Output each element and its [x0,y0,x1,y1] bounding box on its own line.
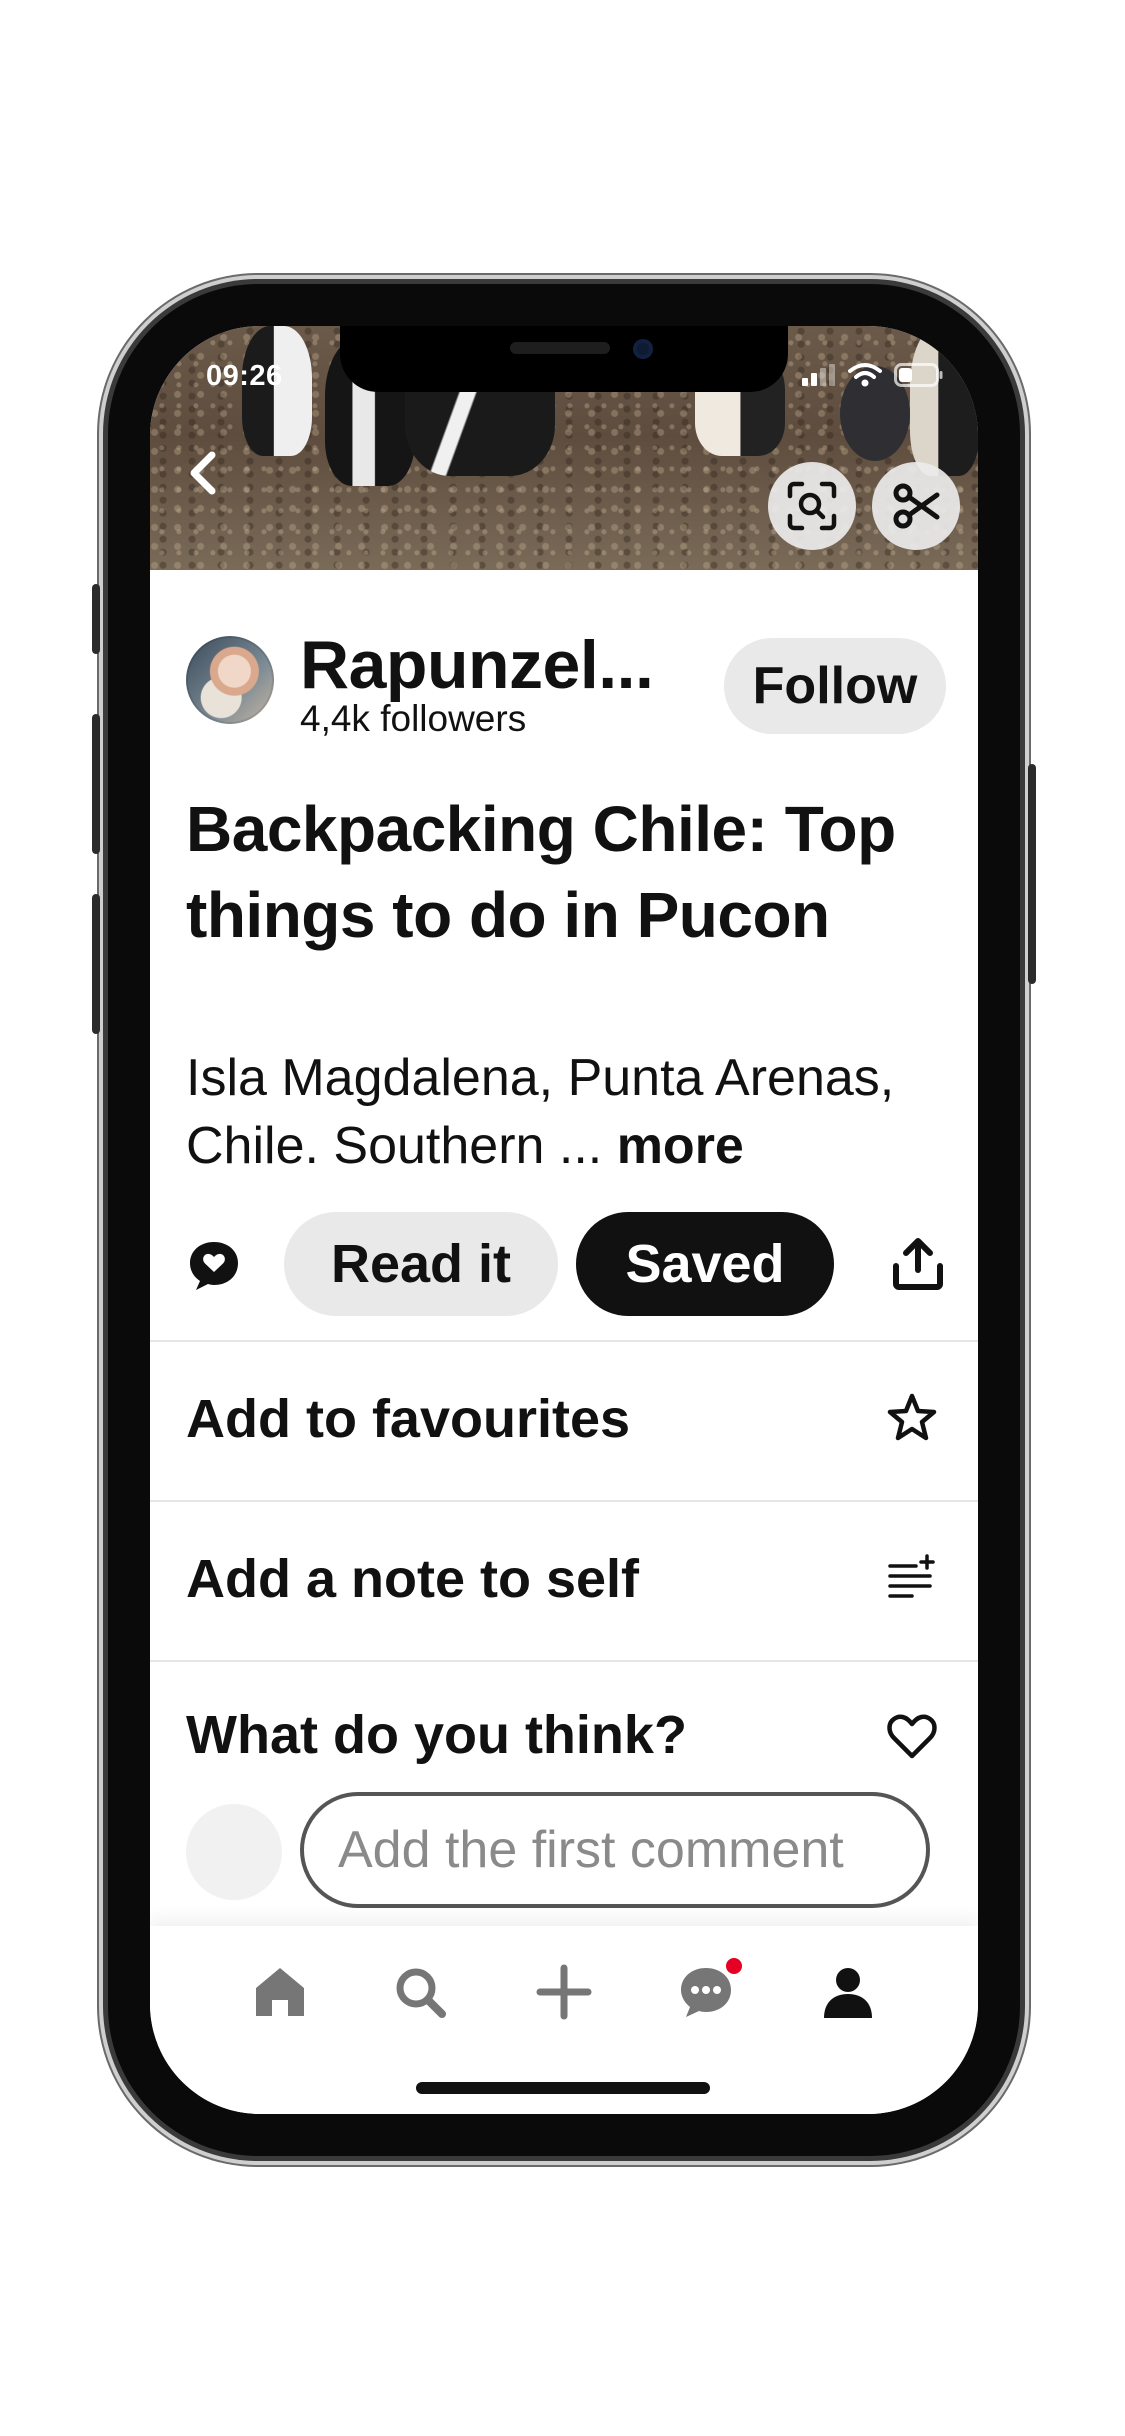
scissors-icon [893,483,940,529]
action-row: Read it Saved [186,1212,946,1316]
search-icon [396,1968,446,2018]
tab-search[interactable] [390,1962,450,2022]
profile-icon [824,1968,872,2018]
add-note-label: Add a note to self [186,1549,640,1609]
follower-count: 4,4k followers [300,698,527,739]
pin-title: Backpacking Chile: Top things to do in P… [186,793,896,951]
creator-row: Rapunzel... 4,4k followers Follow [186,626,946,739]
power-button [1028,764,1036,984]
tab-home[interactable] [250,1962,310,2022]
tab-create[interactable] [534,1962,594,2022]
volume-down-button [92,894,100,1034]
status-time: 09:26 [206,360,283,392]
wifi-icon [848,363,882,387]
penguin-shape [910,326,978,476]
star-icon [887,1393,937,1441]
share-icon[interactable] [890,1236,946,1292]
follow-button[interactable]: Follow [724,638,946,734]
comment-input[interactable]: Add the first comment [300,1792,930,1908]
creator-avatar[interactable] [186,636,274,724]
add-note-icon [888,1554,935,1598]
tab-profile[interactable] [818,1962,878,2022]
home-icon [256,1968,304,2016]
more-link[interactable]: more [617,1117,744,1175]
back-button[interactable] [176,446,230,500]
comment-row: Add the first comment [186,1792,946,1912]
mute-switch [92,584,100,654]
visual-search-icon [787,481,837,531]
read-it-button[interactable]: Read it [284,1212,558,1316]
user-avatar [186,1804,282,1900]
plus-icon [536,1964,592,2020]
saved-button[interactable]: Saved [576,1212,834,1316]
add-note-row[interactable]: Add a note to self [150,1500,978,1662]
add-to-favourites-label: Add to favourites [186,1389,631,1449]
phone-frame: 09:26 Rapunzel... 4,4k followers Follow … [92,284,1036,2156]
pin-description-text: Isla Magdalena, Punta Arenas, Chile. Sou… [186,1049,895,1175]
battery-icon [894,363,943,387]
what-do-you-think-row[interactable]: What do you think? [150,1660,978,1802]
comment-icon[interactable] [186,1238,242,1294]
notch [340,326,788,392]
creator-name[interactable]: Rapunzel... [300,626,654,704]
screen: 09:26 Rapunzel... 4,4k followers Follow … [150,326,978,2114]
add-to-favourites-row[interactable]: Add to favourites [150,1340,978,1502]
pin-description: Isla Magdalena, Punta Arenas, Chile. Sou… [186,1044,946,1180]
messages-icon [681,1968,731,2017]
chevron-left-icon [190,451,216,495]
volume-up-button [92,714,100,854]
heart-icon[interactable] [886,1710,938,1762]
home-indicator [416,2082,710,2094]
notification-badge [726,1958,742,1974]
tab-messages[interactable] [676,1958,742,2022]
cut-button[interactable] [872,462,960,550]
status-icons [802,362,944,388]
what-do-you-think-label: What do you think? [186,1705,687,1765]
signal-icon [802,364,835,386]
visual-search-button[interactable] [768,462,856,550]
